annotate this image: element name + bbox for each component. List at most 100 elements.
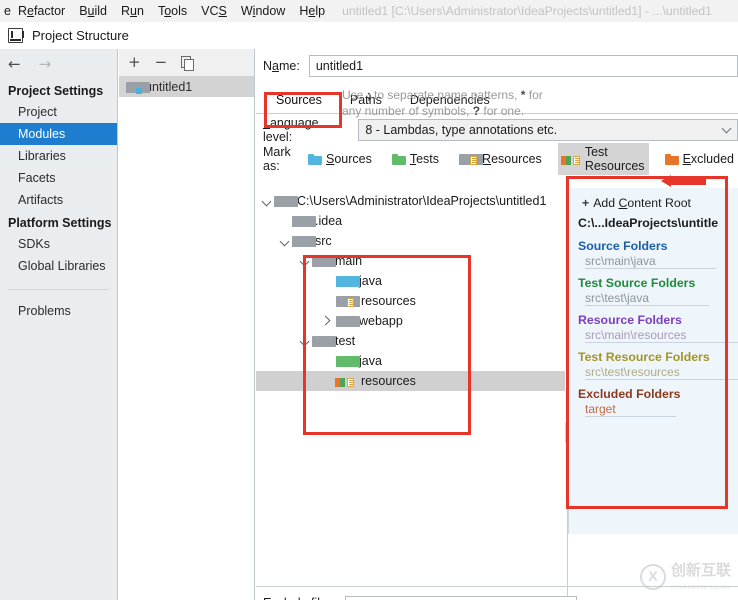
test-source-folders-group: Test Source Folders src\test\java [578, 276, 738, 306]
project-structure-window: e Refactor Build Run Tools VCS Window He… [0, 0, 738, 600]
back-arrow-icon[interactable]: ← [8, 56, 21, 72]
folder-resources-icon [459, 153, 484, 165]
dialog-title-bar: Project Structure [0, 22, 738, 49]
module-name-row: Name: untitled1 [256, 49, 738, 83]
sidebar-item-libraries[interactable]: Libraries [0, 145, 117, 167]
folder-gray-icon [274, 195, 298, 207]
language-level-select[interactable]: 8 - Lambdas, type annotations etc. [358, 119, 738, 141]
tree-row[interactable]: resources [256, 371, 565, 391]
source-folders-value[interactable]: src\main\java [585, 254, 716, 269]
sidebar-item-sdks[interactable]: SDKs [0, 233, 117, 255]
tab-sources[interactable]: Sources [264, 88, 334, 113]
page-title: Project Structure [32, 28, 129, 43]
module-name-label: Name: [263, 59, 300, 73]
exclude-files-label: Exclude files: [263, 596, 337, 600]
sidebar-item-facets[interactable]: Facets [0, 167, 117, 189]
folder-module-icon [126, 81, 150, 94]
tree-row[interactable]: test [256, 331, 565, 351]
folder-test-resources-icon [335, 375, 354, 387]
menu-item-build[interactable]: Build [72, 2, 114, 20]
mark-as-row: Mark as: Sources Tests Resources Test Re… [256, 143, 738, 175]
test-resource-folders-heading: Test Resource Folders [578, 350, 710, 364]
tree-row-label: java [359, 354, 382, 368]
folder-gray-icon [292, 215, 316, 227]
add-content-root-button[interactable]: + Add Content Root [582, 196, 738, 210]
test-resource-folders-group: Test Resource Folders src\test\resources [578, 350, 738, 380]
menu-item-run[interactable]: Run [114, 2, 151, 20]
sidebar-item-problems[interactable]: Problems [0, 300, 117, 322]
dialog-body: ← → Project Settings Project Modules Lib… [0, 49, 738, 600]
sidebar-item-artifacts[interactable]: Artifacts [0, 189, 117, 211]
sidebar-item-modules[interactable]: Modules [0, 123, 117, 145]
copy-module-icon[interactable] [181, 56, 195, 71]
module-list-item[interactable]: untitled1 [119, 76, 254, 97]
chevron-right-icon[interactable] [318, 311, 332, 331]
excluded-folders-value[interactable]: target [585, 402, 675, 417]
watermark-chinese: 创新互联 [671, 560, 732, 579]
tree-row-label: java [359, 274, 382, 288]
mark-as-test-resources-button[interactable]: Test Resources [557, 143, 649, 175]
tree-row[interactable]: C:\Users\Administrator\IdeaProjects\unti… [256, 191, 565, 211]
test-source-folders-value[interactable]: src\test\java [585, 291, 710, 306]
folder-resources-icon [336, 295, 360, 307]
add-module-button[interactable]: + [128, 55, 141, 70]
exclude-files-input[interactable] [344, 596, 577, 600]
folder-gray-icon [336, 315, 360, 327]
excluded-folders-heading: Excluded Folders [578, 387, 681, 401]
menu-item-help[interactable]: Help [292, 2, 332, 20]
forward-arrow-icon[interactable]: → [39, 56, 52, 72]
module-name-input[interactable]: untitled1 [308, 55, 738, 77]
content-root-path: C:\...IdeaProjects\untitle [578, 216, 719, 230]
source-folders-group: Source Folders src\main\java [578, 239, 738, 269]
modules-toolbar: + − [119, 49, 254, 76]
watermark-english: CHUANGXIN HULIAN [671, 584, 731, 591]
sidebar-item-global-libraries[interactable]: Global Libraries [0, 255, 117, 277]
chevron-down-icon[interactable] [260, 191, 274, 211]
menu-item-tools[interactable]: Tools [151, 2, 194, 20]
tree-row-label: test [335, 334, 356, 348]
modules-list-panel: + − untitled1 [119, 49, 255, 600]
tree-row[interactable]: webapp [256, 311, 565, 331]
tree-row[interactable]: src [256, 231, 565, 251]
tree-row[interactable]: main [256, 251, 565, 271]
settings-sidebar: ← → Project Settings Project Modules Lib… [0, 49, 118, 600]
mark-as-sources-button[interactable]: Sources [304, 150, 376, 168]
tree-row[interactable]: resources [256, 291, 565, 311]
chevron-down-icon[interactable] [298, 331, 312, 351]
sidebar-group-project-settings: Project Settings [8, 84, 104, 98]
menu-item-refactor[interactable]: Refactor [11, 2, 72, 20]
tree-row[interactable]: .idea [256, 211, 565, 231]
tree-row-label: src [315, 234, 332, 248]
tree-row[interactable]: java [256, 271, 565, 291]
test-source-folders-heading: Test Source Folders [578, 276, 696, 290]
chevron-down-icon[interactable] [298, 251, 312, 271]
menu-item-vcs[interactable]: VCS [194, 2, 234, 20]
menu-bar: e Refactor Build Run Tools VCS Window He… [0, 0, 738, 22]
mark-as-tests-button[interactable]: Tests [388, 150, 443, 168]
resource-folders-value[interactable]: src\main\resources [585, 328, 738, 343]
remove-module-button[interactable]: − [155, 55, 168, 70]
folder-sources-icon [307, 153, 322, 165]
content-root-info-panel: + Add Content Root C:\...IdeaProjects\unt… [568, 188, 738, 534]
language-level-value: 8 - Lambdas, type annotations etc. [365, 123, 558, 137]
folder-green-test-icon [336, 355, 360, 367]
watermark-logo-icon [640, 564, 666, 590]
exclude-files-hint: Use ; to separate name patterns, * for a… [342, 88, 543, 118]
sidebar-item-project[interactable]: Project [0, 101, 117, 123]
chevron-down-icon[interactable] [278, 231, 292, 251]
mark-as-excluded-button[interactable]: Excluded [661, 150, 738, 168]
tree-row-label: C:\Users\Administrator\IdeaProjects\unti… [297, 194, 547, 208]
sidebar-divider [8, 289, 109, 290]
language-level-label: Language level: [263, 116, 319, 144]
tree-row[interactable]: java [256, 351, 565, 371]
resource-folders-heading: Resource Folders [578, 313, 682, 327]
watermark-text: 创新互联 CHUANGXIN HULIAN [671, 560, 732, 591]
menu-item-window[interactable]: Window [234, 2, 292, 20]
excluded-folders-group: Excluded Folders target [578, 387, 738, 417]
test-resource-folders-value[interactable]: src\test\resources [585, 365, 738, 380]
mark-as-label: Mark as: [263, 145, 291, 173]
folder-gray-icon [292, 235, 316, 247]
folder-tests-icon [391, 153, 406, 165]
mark-as-resources-button[interactable]: Resources [455, 150, 546, 168]
